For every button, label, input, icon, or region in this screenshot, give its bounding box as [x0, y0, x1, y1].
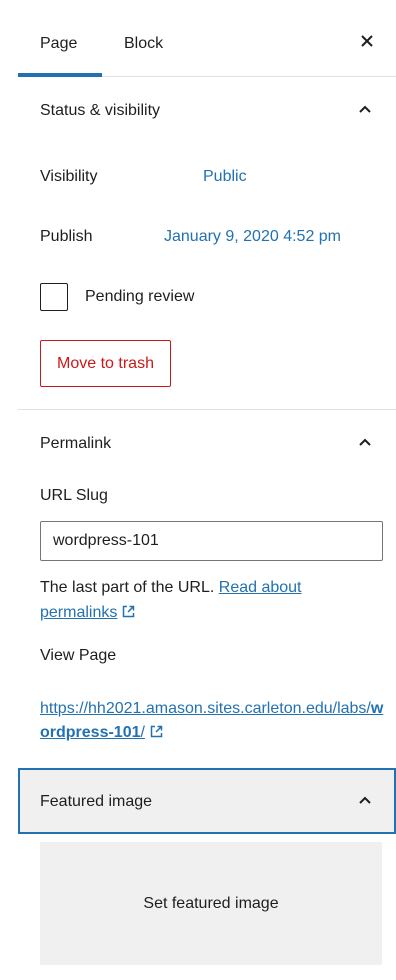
publish-date-toggle[interactable]: January 9, 2020 4:52 pm — [164, 228, 341, 246]
panel-title: Status & visibility — [40, 102, 161, 119]
set-featured-image-button[interactable]: Set featured image — [40, 842, 382, 965]
publish-label: Publish — [40, 228, 93, 245]
permalink-panel: Permalink URL Slug The last part of the … — [18, 411, 396, 767]
move-to-trash-button[interactable]: Move to trash — [40, 340, 171, 387]
panel-title: Featured image — [40, 793, 153, 810]
settings-sidebar: Page Block Status & visibility Visibilit… — [18, 0, 396, 980]
url-slug-input[interactable] — [40, 521, 383, 561]
url-slug-label: URL Slug — [40, 487, 108, 504]
view-page-label: View Page — [40, 647, 117, 664]
permalink-help-text: The last part of the URL. Read about per… — [40, 575, 380, 625]
status-visibility-toggle[interactable]: Status & visibility — [18, 78, 396, 144]
tab-block[interactable]: Block — [124, 35, 163, 53]
url-trailing: / — [140, 724, 145, 741]
panel-title: Permalink — [40, 435, 112, 452]
status-visibility-panel: Status & visibility Visibility Public Pu… — [18, 78, 396, 410]
external-link-icon — [123, 605, 135, 618]
external-link-icon — [150, 725, 163, 738]
pending-review-label[interactable]: Pending review — [85, 288, 194, 306]
chevron-up-icon — [359, 796, 371, 804]
sidebar-tabs: Page Block — [18, 0, 396, 77]
url-base: https://hh2021.amason.sites.carleton.edu… — [40, 700, 371, 717]
close-icon[interactable] — [359, 33, 375, 49]
featured-image-panel: Featured image Set featured image — [18, 768, 396, 980]
tab-page[interactable]: Page — [40, 35, 77, 53]
chevron-up-icon — [359, 438, 371, 446]
active-tab-indicator — [18, 73, 102, 77]
visibility-toggle[interactable]: Public — [203, 168, 247, 186]
featured-image-toggle[interactable]: Featured image — [18, 768, 396, 834]
visibility-label: Visibility — [40, 168, 98, 185]
view-page-link[interactable]: https://hh2021.amason.sites.carleton.edu… — [40, 697, 385, 745]
chevron-up-icon — [359, 105, 371, 113]
pending-review-checkbox[interactable] — [40, 283, 68, 311]
permalink-toggle[interactable]: Permalink — [18, 411, 396, 477]
help-text: The last part of the URL. — [40, 579, 215, 596]
